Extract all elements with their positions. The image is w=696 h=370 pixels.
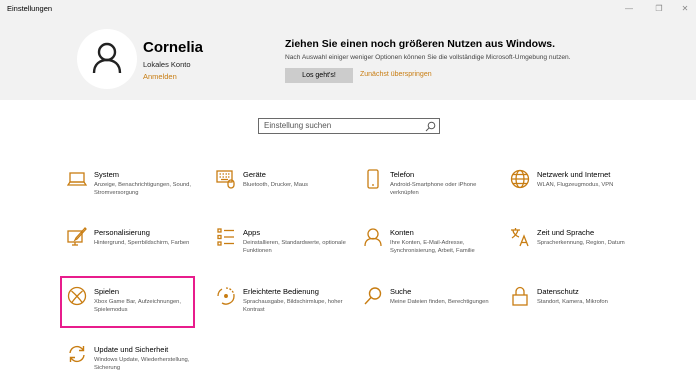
tile-description: WLAN, Flugzeugmodus, VPN [537,182,614,188]
person-icon [364,228,382,247]
avatar[interactable] [77,29,137,89]
search-input[interactable]: Einstellung suchen [264,121,331,130]
tile-description: Bluetooth, Drucker, Maus [243,182,309,188]
sync-icon [69,345,85,363]
account-type: Lokales Konto [143,60,191,69]
keyboard-icon [216,170,235,189]
close-button[interactable]: ✕ [672,2,696,16]
tile-description: Anzeige, Benachrichtigungen, Sound, Stro… [94,182,192,196]
settings-search-box[interactable]: Einstellung suchen [258,118,440,134]
tile-description: Standort, Kamera, Mikrofon [537,299,608,305]
tile-name: Geräte [243,170,266,179]
globe-icon [510,169,530,189]
lock-icon [512,286,528,306]
maximize-button[interactable]: ❐ [646,2,672,16]
tile-description: Hintergrund, Sperrbildschirm, Farben [94,240,190,246]
tile-name: Datenschutz [537,287,579,296]
tile-devices[interactable]: Geräte Bluetooth, Drucker, Maus [216,169,356,209]
minimize-button[interactable]: — [616,2,642,16]
tile-system[interactable]: System Anzeige, Benachrichtigungen, Soun… [67,169,207,209]
tile-description: Sprachausgabe, Bildschirmlupe, hoher Kon… [243,299,343,313]
skip-link[interactable]: Zunächst überspringen [360,71,432,78]
tile-name: Erleichterte Bedienung [243,287,319,296]
tile-time-language[interactable]: Zeit und Sprache Spracherkennung, Region… [510,227,650,267]
signin-link[interactable]: Anmelden [143,72,177,81]
apps-list-icon [217,228,234,246]
tile-personalization[interactable]: Personalisierung Hintergrund, Sperrbilds… [67,227,207,267]
tile-name: Suche [390,287,412,296]
accessibility-icon [217,287,235,305]
highlight-frame [60,276,195,328]
tile-name: Netzwerk und Internet [537,170,611,179]
tile-name: Update und Sicherheit [94,345,169,354]
window-title: Einstellungen [7,4,53,13]
search-icon [364,287,382,305]
tile-network[interactable]: Netzwerk und Internet WLAN, Flugzeugmodu… [510,169,650,209]
account-header: Cornelia Lokales Konto Anmelden Ziehen S… [0,18,696,100]
tile-name: Telefon [390,170,415,179]
tile-name: Konten [390,228,414,237]
tile-name: System [94,170,120,179]
tile-ease-of-access[interactable]: Erleichterte Bedienung Sprachausgabe, Bi… [216,286,356,326]
language-icon [511,228,529,247]
tile-apps[interactable]: Apps Deinstallieren, Standardwerte, opti… [216,227,356,267]
phone-icon [367,169,379,189]
tile-name: Zeit und Sprache [537,228,595,237]
paint-icon [67,227,87,246]
tile-update-security[interactable]: Update und Sicherheit Windows Update, Wi… [67,344,207,370]
tile-name: Personalisierung [94,228,150,237]
tile-description: Deinstallieren, Standardwerte, optionale… [243,240,346,254]
tile-accounts[interactable]: Konten Ihre Konten, E-Mail-Adresse, Sync… [363,227,503,267]
search-icon[interactable] [425,121,436,132]
laptop-icon [67,172,87,186]
tile-description: Windows Update, Wiederherstellung, Siche… [94,357,190,370]
tile-phone[interactable]: Telefon Android-Smartphone oder iPhone v… [363,169,503,209]
tile-description: Ihre Konten, E-Mail-Adresse, Synchronisi… [390,240,475,254]
tile-name: Apps [243,228,261,237]
promo-title: Ziehen Sie einen noch größeren Nutzen au… [285,38,556,50]
tile-privacy[interactable]: Datenschutz Standort, Kamera, Mikrofon [510,286,650,326]
tile-description: Android-Smartphone oder iPhone verknüpfe… [390,182,477,196]
user-icon [92,42,122,74]
get-started-button[interactable]: Los geht's! [285,68,353,83]
user-name: Cornelia [143,39,204,56]
tile-description: Spracherkennung, Region, Datum [537,240,625,246]
tile-description: Meine Dateien finden, Berechtigungen [390,299,489,305]
promo-text: Nach Auswahl einiger weniger Optionen kö… [285,54,571,61]
title-bar: Einstellungen — ❐ ✕ [0,0,696,18]
tile-search[interactable]: Suche Meine Dateien finden, Berechtigung… [363,286,503,326]
